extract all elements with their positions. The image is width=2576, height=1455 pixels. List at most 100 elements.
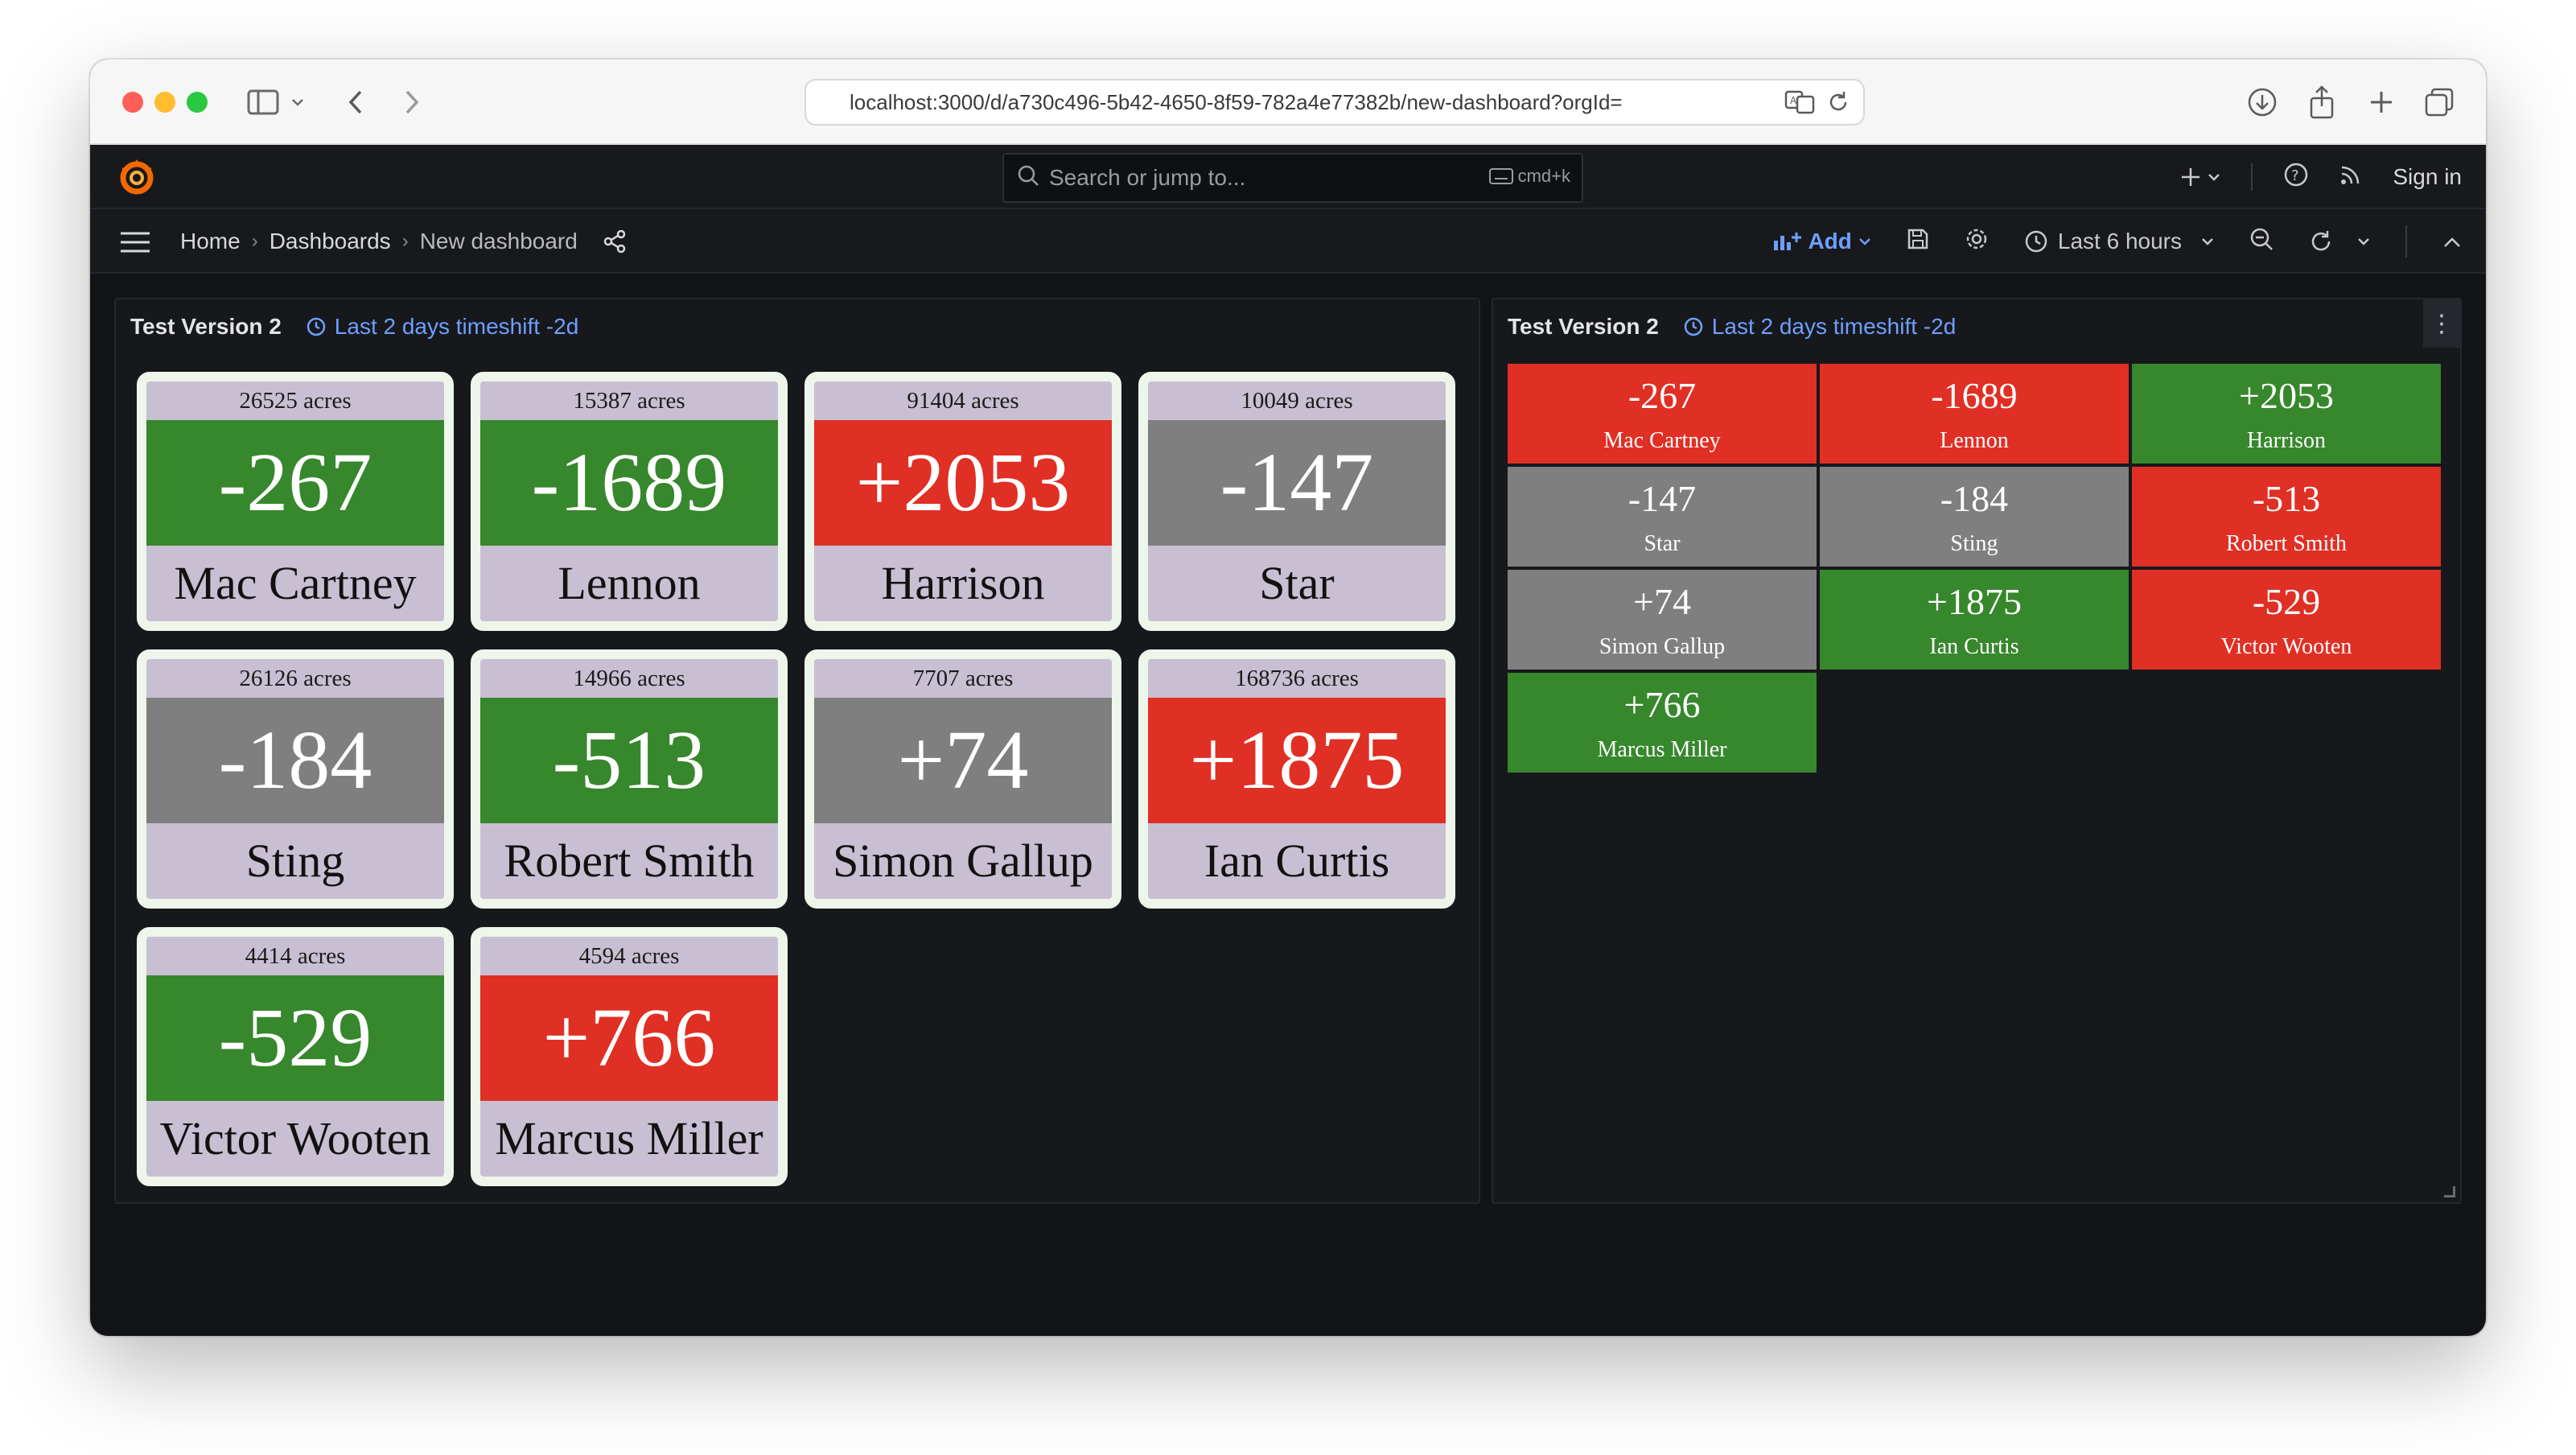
stat-card: 91404 acres +2053 Harrison (804, 372, 1121, 631)
stat-tile: -513 Robert Smith (2132, 467, 2441, 567)
close-window-button[interactable] (122, 92, 143, 113)
refresh-button[interactable] (2309, 229, 2370, 253)
tile-value: -529 (2252, 581, 2321, 622)
card-name: Victor Wooten (159, 1112, 431, 1164)
time-range-picker[interactable]: Last 6 hours (2024, 229, 2214, 254)
stat-card: 4594 acres +766 Marcus Miller (471, 927, 788, 1186)
panel-menu-icon[interactable]: ⋮ (2423, 299, 2460, 348)
panel-cards[interactable]: Test Version 2 Last 2 days timeshift -2d… (114, 298, 1480, 1204)
card-name: Star (1259, 557, 1335, 609)
svg-text:A: A (1790, 95, 1797, 106)
dashboard-navbar: Home › Dashboards › New dashboard Add La… (90, 209, 2486, 274)
stat-tile: +1875 Ian Curtis (1820, 570, 2129, 670)
menu-icon[interactable] (119, 230, 151, 254)
plus-icon (2182, 168, 2200, 186)
card-value: +1875 (1148, 698, 1446, 823)
stat-tile: -147 Star (1508, 467, 1817, 567)
svg-text:?: ? (2291, 167, 2299, 184)
clock-icon (1684, 317, 1703, 336)
stat-card: 4414 acres -529 Victor Wooten (137, 927, 454, 1186)
stat-card: 10049 acres -147 Star (1138, 372, 1455, 631)
tile-value: -1689 (1931, 375, 2018, 416)
card-value: +74 (814, 698, 1112, 823)
sidebar-toggle-icon[interactable] (243, 82, 283, 122)
timeshift-info: Last 2 days timeshift -2d (306, 314, 578, 340)
collapse-chevron-up-icon[interactable] (2442, 229, 2462, 254)
breadcrumb-home[interactable]: Home (180, 229, 241, 254)
breadcrumb-dashboards[interactable]: Dashboards (270, 229, 391, 254)
chevron-right-icon: › (251, 230, 258, 252)
stat-tile: -1689 Lennon (1820, 364, 2129, 464)
tile-value: -147 (1627, 478, 1697, 519)
search-shortcut-hint: cmd+k (1488, 166, 1570, 187)
card-acres: 168736 acres (1235, 666, 1359, 691)
card-value: +766 (480, 975, 778, 1101)
address-bar[interactable]: localhost:3000/d/a730c496-5b42-4650-8f59… (804, 79, 1865, 126)
card-name: Marcus Miller (495, 1112, 763, 1164)
chevron-right-icon: › (401, 230, 409, 252)
card-acres: 10049 acres (1241, 388, 1353, 414)
back-arrow-icon[interactable] (341, 82, 370, 122)
stat-tile: -267 Mac Cartney (1508, 364, 1817, 464)
sign-in-link[interactable]: Sign in (2393, 164, 2462, 190)
divider (2405, 225, 2407, 258)
tile-value: +766 (1623, 684, 1701, 725)
card-name: Lennon (558, 557, 701, 609)
rss-news-icon[interactable] (2339, 163, 2362, 192)
help-icon[interactable]: ? (2283, 162, 2309, 193)
resize-handle-icon[interactable] (2444, 1186, 2455, 1197)
maximize-window-button[interactable] (187, 92, 208, 113)
reload-icon[interactable] (1826, 89, 1850, 122)
forward-arrow-icon[interactable] (397, 82, 426, 122)
panel-title: Test Version 2 (130, 314, 282, 339)
card-value: -267 (146, 420, 444, 546)
grafana-logo-icon[interactable] (116, 156, 158, 198)
clock-icon (307, 317, 326, 336)
new-item-menu-button[interactable] (2180, 167, 2220, 188)
translate-icon[interactable]: A (1784, 89, 1815, 122)
card-name: Simon Gallup (833, 835, 1093, 887)
card-acres: 4414 acres (245, 943, 346, 969)
tile-value: -184 (1940, 478, 2009, 519)
tile-value: +2053 (2239, 375, 2334, 416)
stat-card: 26525 acres -267 Mac Cartney (137, 372, 454, 631)
stat-card: 14966 acres -513 Robert Smith (471, 649, 788, 909)
panel-tiles[interactable]: Test Version 2 Last 2 days timeshift -2d… (1492, 298, 2462, 1204)
add-chart-icon (1774, 233, 1802, 250)
card-value: +2053 (814, 420, 1112, 546)
card-acres: 26126 acres (239, 666, 352, 691)
tile-name: Victor Wooten (2220, 634, 2352, 659)
zoom-out-icon[interactable] (2249, 227, 2274, 257)
card-name: Ian Curtis (1204, 835, 1390, 887)
share-icon[interactable] (2304, 82, 2339, 122)
stat-tile: -184 Sting (1820, 467, 2129, 567)
tab-overview-icon[interactable] (2422, 82, 2457, 122)
clock-icon (2025, 230, 2047, 253)
save-dashboard-icon[interactable] (1907, 228, 1929, 256)
breadcrumb-current: New dashboard (419, 229, 578, 253)
stat-tile: +74 Simon Gallup (1508, 570, 1817, 670)
search-icon (1017, 164, 1039, 192)
share-dashboard-icon[interactable] (602, 229, 628, 254)
tile-name: Sting (1950, 531, 1998, 556)
chevron-down-icon (1859, 238, 1870, 245)
minimize-window-button[interactable] (154, 92, 175, 113)
search-input[interactable]: Search or jump to... cmd+k (1002, 153, 1583, 203)
stat-tile: +766 Marcus Miller (1508, 673, 1817, 773)
add-panel-button[interactable]: Add (1772, 229, 1870, 254)
new-tab-icon[interactable] (2364, 82, 2399, 122)
card-name: Mac Cartney (174, 557, 417, 609)
download-icon[interactable] (2245, 82, 2280, 122)
stat-card: 168736 acres +1875 Ian Curtis (1138, 649, 1455, 909)
stat-card: 7707 acres +74 Simon Gallup (804, 649, 1121, 909)
stat-card: 15387 acres -1689 Lennon (471, 372, 788, 631)
settings-gear-icon[interactable] (1965, 227, 1989, 257)
chevron-down-icon[interactable] (288, 82, 307, 122)
chevron-down-icon (2358, 238, 2369, 245)
tile-name: Robert Smith (2225, 531, 2348, 556)
card-acres: 26525 acres (239, 388, 352, 414)
grafana-topbar: Search or jump to... cmd+k ? Sign in (90, 145, 2486, 209)
refresh-icon (2311, 231, 2331, 251)
tile-name: Mac Cartney (1603, 428, 1721, 453)
browser-toolbar: localhost:3000/d/a730c496-5b42-4650-8f59… (90, 60, 2486, 145)
